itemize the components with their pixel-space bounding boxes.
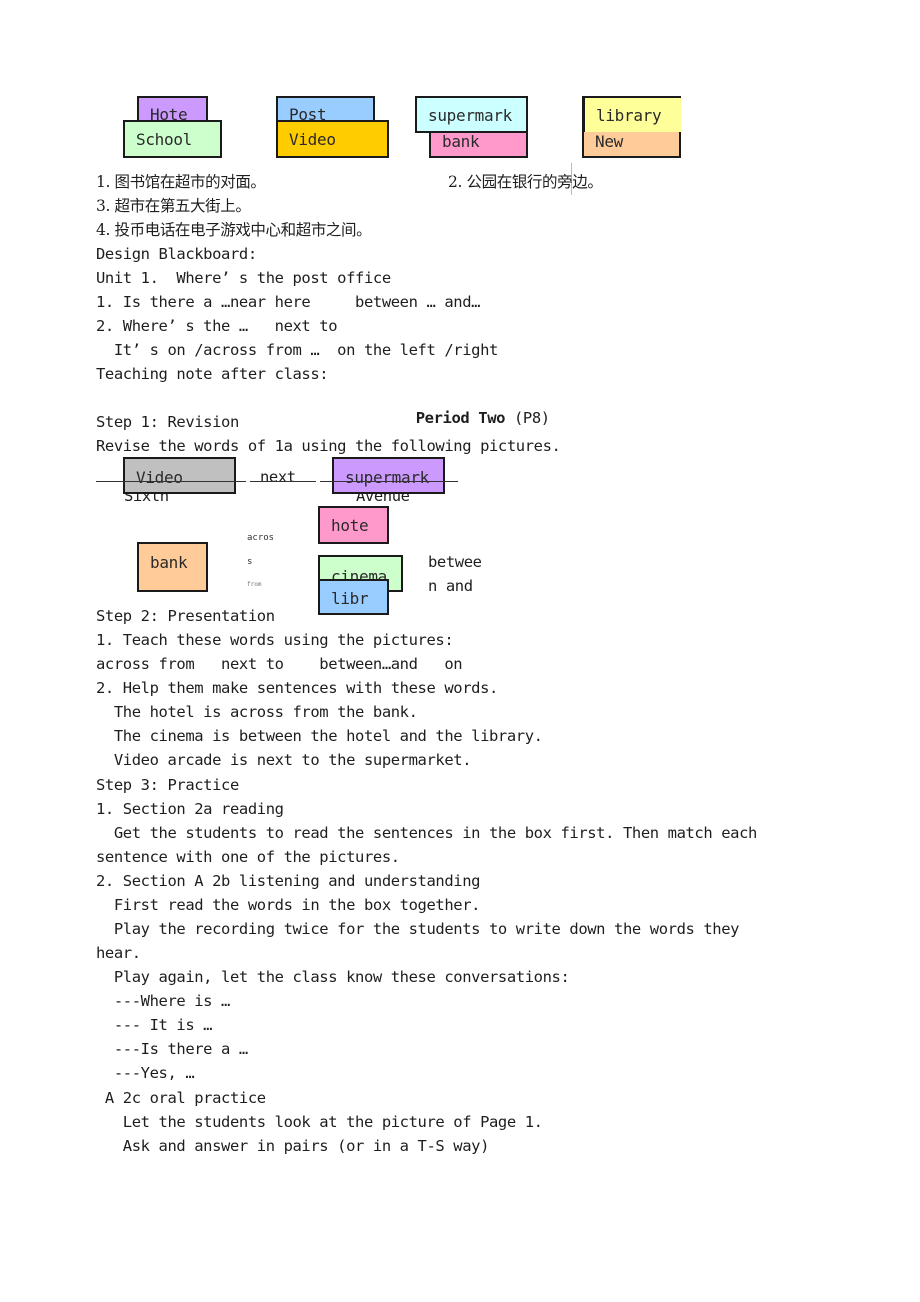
step3-item-2: 2. Section A 2b listening and understand… — [96, 872, 481, 890]
step3-item-3-text-2: Ask and answer in pairs (or in a T-S way… — [96, 1137, 490, 1155]
card-school: School — [123, 120, 222, 158]
step2-heading: Step 2: Presentation — [96, 607, 275, 625]
card-library: library — [582, 96, 681, 132]
step3-item-2-text-3: Play again, let the class know these con… — [96, 968, 570, 986]
label-next: next — [260, 468, 296, 486]
step1-instruction: Revise the words of 1a using the followi… — [96, 437, 561, 455]
pic-video: Video — [123, 457, 236, 494]
label-across-3: from — [247, 581, 262, 588]
card-new: New — [582, 130, 681, 158]
period-two-title: Period Two — [415, 409, 506, 427]
step1-heading: Step 1: Revision — [96, 413, 239, 431]
step2-sentence-1: The hotel is across from the bank. — [96, 703, 418, 721]
step2-item-2: 2. Help them make sentences with these w… — [96, 679, 498, 697]
street-line-3 — [320, 481, 458, 482]
pic-hotel: hote — [318, 506, 389, 544]
label-across-2: s — [247, 557, 253, 567]
street-line-2 — [250, 481, 316, 482]
label-between-1: betwee — [428, 553, 482, 571]
step2-sentence-3: Video arcade is next to the supermarket. — [96, 751, 472, 769]
step3-item-1: 1. Section 2a reading — [96, 800, 284, 818]
step2-sentence-2: The cinema is between the hotel and the … — [96, 727, 543, 745]
step3-item-2-text-1: First read the words in the box together… — [96, 896, 481, 914]
conversation-line-2: --- It is … — [96, 1016, 213, 1034]
period-two-page-ref: (P8) — [514, 409, 550, 427]
blackboard-unit: Unit 1. Where’ s the post office — [96, 269, 391, 287]
conversation-line-3: ---Is there a … — [96, 1040, 248, 1058]
label-across-1: acros — [247, 533, 275, 543]
step3-item-1-text-b: sentence with one of the pictures. — [96, 848, 400, 866]
translation-item-2: 2. 公园在银行的旁边。 — [448, 173, 603, 191]
blackboard-heading: Design Blackboard: — [96, 245, 257, 263]
conversation-line-4: ---Yes, … — [96, 1064, 195, 1082]
translation-item-4: 4. 投币电话在电子游戏中心和超市之间。 — [96, 221, 372, 239]
step3-heading: Step 3: Practice — [96, 776, 239, 794]
card-supermarket: supermark — [415, 96, 528, 133]
document-page: Hote School Post Video bank supermark Ne… — [0, 0, 920, 1302]
conversation-line-1: ---Where is … — [96, 992, 231, 1010]
blackboard-line-2: 2. Where’ s the … next to — [96, 317, 338, 335]
step3-item-3-text-1: Let the students look at the picture of … — [96, 1113, 543, 1131]
blackboard-line-3: It’ s on /across from … on the left /rig… — [96, 341, 498, 359]
blackboard-line-1: 1. Is there a …near here between … and… — [96, 293, 481, 311]
translation-item-3: 3. 超市在第五大街上。 — [96, 197, 251, 215]
step3-item-2-text-2b: hear. — [96, 944, 141, 962]
label-between-2: n and — [428, 577, 473, 595]
step2-item-1: 1. Teach these words using the pictures: — [96, 631, 454, 649]
pic-supermarket: supermark — [332, 457, 445, 494]
pic-bank: bank — [137, 542, 208, 592]
step2-words: across from next to between…and on — [96, 655, 463, 673]
teaching-note: Teaching note after class: — [96, 365, 329, 383]
step3-item-3: A 2c oral practice — [96, 1089, 266, 1107]
pic-library: libr — [318, 579, 389, 615]
translation-item-1: 1. 图书馆在超市的对面。 — [96, 173, 266, 191]
step3-item-2-text-2a: Play the recording twice for the student… — [96, 920, 740, 938]
step3-item-1-text-a: Get the students to read the sentences i… — [96, 824, 757, 842]
card-video: Video — [276, 120, 389, 158]
street-line-1 — [96, 481, 246, 482]
